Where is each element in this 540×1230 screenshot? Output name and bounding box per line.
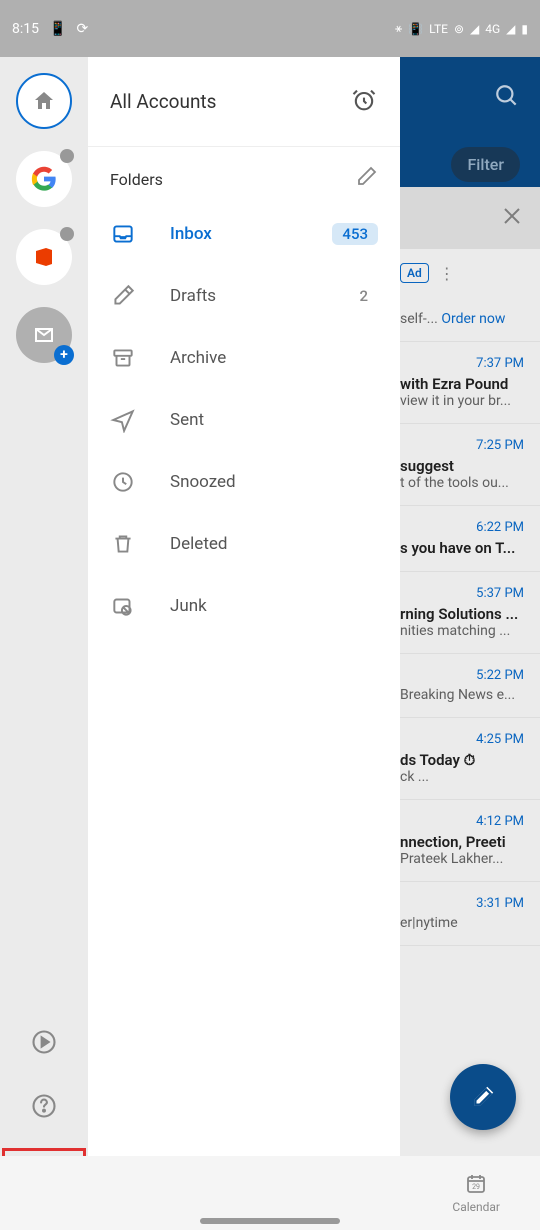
junk-icon [110, 593, 136, 619]
inbox-icon [110, 221, 136, 247]
battery-icon: ▮ [521, 22, 528, 36]
folders-header: Folders [88, 147, 400, 203]
lte-icon: LTE [429, 22, 448, 36]
email-time: 5:37 PM [400, 586, 524, 601]
email-time: 5:22 PM [400, 668, 524, 683]
email-preview: view it in your br... [400, 393, 524, 409]
play-button[interactable] [22, 1020, 66, 1064]
nav-calendar[interactable]: 29 Calendar [452, 1172, 500, 1214]
search-icon[interactable] [494, 83, 520, 113]
account-home-button[interactable] [16, 73, 72, 129]
phone-icon: 📱 [49, 21, 66, 37]
folder-label: Deleted [170, 534, 378, 554]
folder-count: 2 [349, 285, 378, 307]
status-dot [60, 227, 74, 241]
signal-icon-2: ◢ [506, 22, 515, 36]
email-time: 6:22 PM [400, 520, 524, 535]
email-preview: er|nytime [400, 915, 524, 931]
email-subject: self-... [400, 311, 438, 327]
email-preview: Breaking News e... [400, 687, 524, 703]
filter-button[interactable]: Filter [451, 147, 520, 182]
help-button[interactable] [22, 1084, 66, 1128]
plus-icon: + [54, 345, 74, 365]
folder-label: Snoozed [170, 472, 378, 492]
archive-icon [110, 345, 136, 371]
more-icon[interactable]: ⋮ [439, 264, 455, 283]
email-subject: ds Today ⏱ [400, 751, 524, 769]
close-icon[interactable] [500, 204, 524, 232]
ad-badge: Ad [400, 263, 429, 283]
snoozed-icon [110, 469, 136, 495]
drawer-rail: + [0, 57, 88, 1230]
network-label: 4G [485, 22, 500, 36]
svg-text:29: 29 [472, 1183, 480, 1191]
bluetooth-icon: ⚹ [395, 21, 402, 36]
calendar-icon: 29 [464, 1172, 488, 1196]
email-subject: rning Solutions ... [400, 605, 524, 623]
status-bar: 8:15 📱 ⟳ ⚹ 📳 LTE ⊚ ◢ 4G ◢ ▮ [0, 0, 540, 57]
email-time: 7:25 PM [400, 438, 524, 453]
account-google-button[interactable] [16, 151, 72, 207]
sent-icon [110, 407, 136, 433]
folder-drafts[interactable]: Drafts 2 [88, 265, 400, 327]
folder-junk[interactable]: Junk [88, 575, 400, 637]
drafts-icon [110, 283, 136, 309]
email-subject: with Ezra Pound [400, 375, 524, 393]
email-subject: s you have on T... [400, 539, 524, 557]
email-time: 7:37 PM [400, 356, 524, 371]
hotspot-icon: ⊚ [454, 22, 464, 36]
folder-label: Drafts [170, 286, 315, 306]
drawer-header: All Accounts [88, 57, 400, 147]
edit-icon[interactable] [354, 165, 378, 193]
folder-sent[interactable]: Sent [88, 389, 400, 451]
account-office-button[interactable] [16, 229, 72, 285]
snooze-icon[interactable] [350, 86, 378, 118]
folder-label: Sent [170, 410, 378, 430]
nav-label: Calendar [452, 1200, 500, 1214]
email-preview: Prateek Lakher... [400, 851, 524, 867]
drawer-panel: All Accounts Folders Inbox 453 Drafts 2 … [88, 57, 400, 1230]
folder-label: Inbox [170, 224, 298, 244]
add-account-button[interactable]: + [16, 307, 72, 363]
sync-icon: ⟳ [76, 21, 88, 37]
email-preview: ck ... [400, 769, 524, 785]
email-time: 4:25 PM [400, 732, 524, 747]
email-subject: nnection, Preeti [400, 833, 524, 851]
clock: 8:15 [12, 21, 39, 37]
folder-label: Archive [170, 348, 378, 368]
folder-inbox[interactable]: Inbox 453 [88, 203, 400, 265]
compose-fab[interactable] [450, 1064, 516, 1130]
home-indicator[interactable] [200, 1218, 340, 1224]
email-preview: t of the tools ou... [400, 475, 524, 491]
vibrate-icon: 📳 [408, 22, 423, 36]
folder-label: Junk [170, 596, 378, 616]
trash-icon [110, 531, 136, 557]
email-time: 3:31 PM [400, 896, 524, 911]
folder-archive[interactable]: Archive [88, 327, 400, 389]
order-link[interactable]: Order now [441, 311, 505, 327]
drawer-title: All Accounts [110, 90, 216, 113]
folder-count: 453 [332, 223, 378, 245]
folders-label: Folders [110, 170, 163, 189]
folder-snoozed[interactable]: Snoozed [88, 451, 400, 513]
status-dot [60, 149, 74, 163]
email-subject: suggest [400, 457, 524, 475]
email-preview: nities matching ... [400, 623, 524, 639]
folder-deleted[interactable]: Deleted [88, 513, 400, 575]
signal-icon: ◢ [470, 22, 479, 36]
email-time: 4:12 PM [400, 814, 524, 829]
